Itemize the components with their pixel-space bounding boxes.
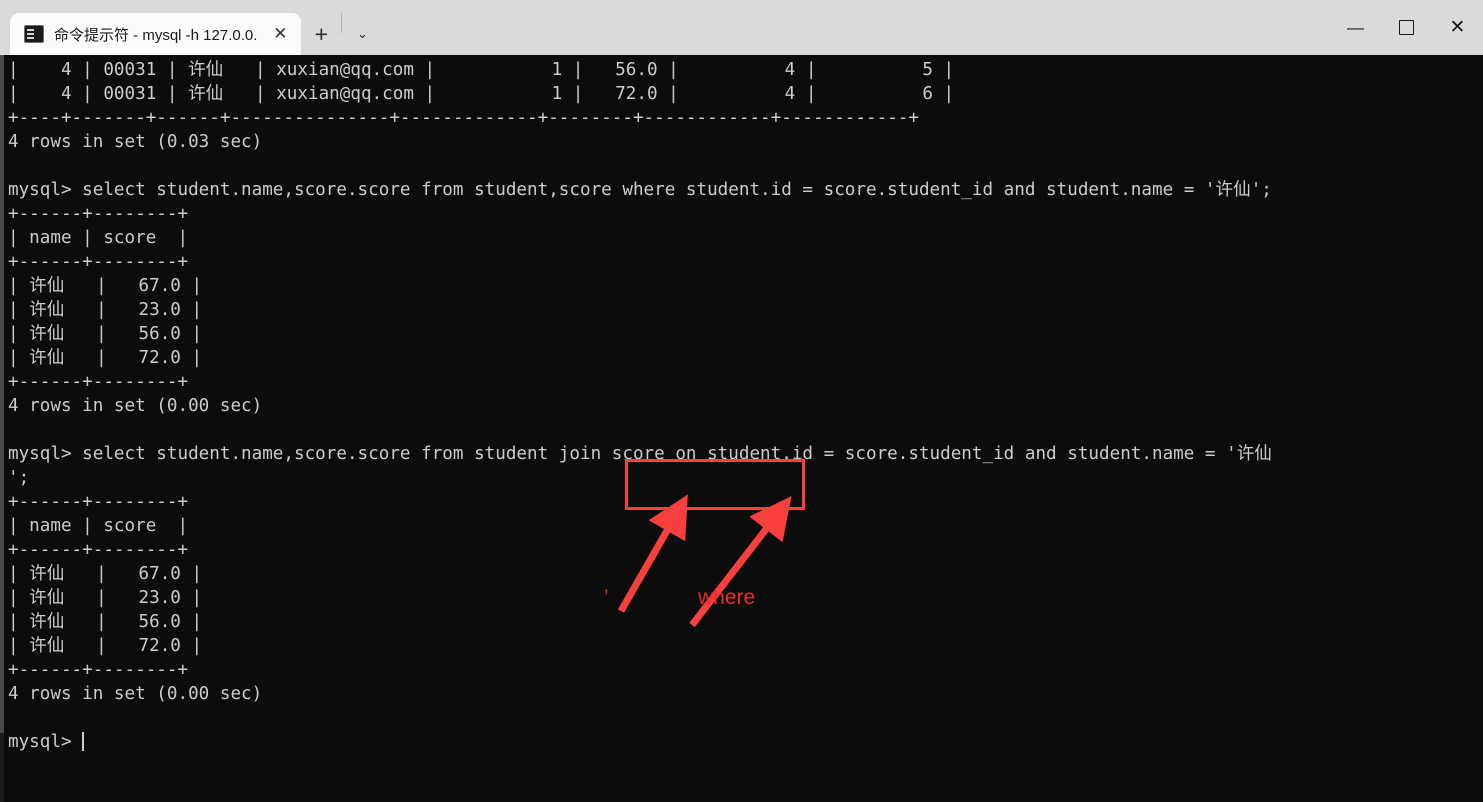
tab-title: 命令提示符 - mysql -h 127.0.0.	[54, 26, 258, 44]
close-icon[interactable]: ✕	[267, 21, 293, 47]
terminal-line: mysql>	[8, 732, 85, 752]
terminal-line: 4 rows in set (0.00 sec)	[8, 684, 263, 704]
terminal-line: +------+--------+	[8, 204, 189, 224]
terminal-line: ';	[8, 468, 30, 488]
terminal-line: +------+--------+	[8, 252, 189, 272]
scrollbar-thumb[interactable]	[0, 55, 4, 733]
terminal-line: mysql> select student.name,score.score f…	[8, 180, 1272, 200]
terminal-line: | 4 | 00031 | 许仙 | xuxian@qq.com | 1 | 5…	[8, 60, 955, 80]
minimize-button[interactable]: —	[1330, 0, 1381, 55]
terminal-line: | 4 | 00031 | 许仙 | xuxian@qq.com | 1 | 7…	[8, 84, 955, 104]
window-controls: — ✕	[1330, 0, 1483, 55]
terminal-line: +------+--------+	[8, 540, 189, 560]
terminal-line: | 许仙 | 56.0 |	[8, 612, 203, 632]
tab-strip: 命令提示符 - mysql -h 127.0.0. ✕ + ⌄	[0, 0, 382, 55]
terminal-line: mysql> select student.name,score.score f…	[8, 444, 1272, 464]
terminal-line: | name | score |	[8, 228, 189, 248]
terminal-icon	[24, 25, 44, 43]
terminal-line: | name | score |	[8, 516, 189, 536]
new-tab-button[interactable]: +	[301, 13, 341, 55]
chevron-down-icon[interactable]: ⌄	[342, 13, 382, 55]
terminal-line: | 许仙 | 23.0 |	[8, 588, 203, 608]
terminal-line: 4 rows in set (0.03 sec)	[8, 132, 263, 152]
terminal-line: | 许仙 | 67.0 |	[8, 276, 203, 296]
terminal-screen: | 4 | 00031 | 许仙 | xuxian@qq.com | 1 | 5…	[8, 55, 1478, 754]
terminal-window: 命令提示符 - mysql -h 127.0.0. ✕ + ⌄ — ✕ | 4 …	[0, 0, 1483, 802]
window-close-button[interactable]: ✕	[1432, 0, 1483, 55]
terminal-line: +----+-------+------+---------------+---…	[8, 108, 919, 128]
title-bar: 命令提示符 - mysql -h 127.0.0. ✕ + ⌄ — ✕	[0, 0, 1483, 55]
maximize-icon	[1399, 20, 1414, 35]
maximize-button[interactable]	[1381, 0, 1432, 55]
terminal-line: +------+--------+	[8, 660, 189, 680]
terminal-line: +------+--------+	[8, 372, 189, 392]
terminal-body[interactable]: | 4 | 00031 | 许仙 | xuxian@qq.com | 1 | 5…	[0, 55, 1483, 802]
terminal-line: | 许仙 | 23.0 |	[8, 300, 203, 320]
tab-command-prompt[interactable]: 命令提示符 - mysql -h 127.0.0. ✕	[10, 13, 302, 55]
terminal-line: | 许仙 | 72.0 |	[8, 348, 203, 368]
terminal-line: | 许仙 | 67.0 |	[8, 564, 203, 584]
terminal-line: | 许仙 | 72.0 |	[8, 636, 203, 656]
terminal-line: 4 rows in set (0.00 sec)	[8, 396, 263, 416]
terminal-line: +------+--------+	[8, 492, 189, 512]
terminal-scrollbar[interactable]	[0, 55, 4, 802]
terminal-line: | 许仙 | 56.0 |	[8, 324, 203, 344]
text-cursor	[82, 732, 85, 751]
